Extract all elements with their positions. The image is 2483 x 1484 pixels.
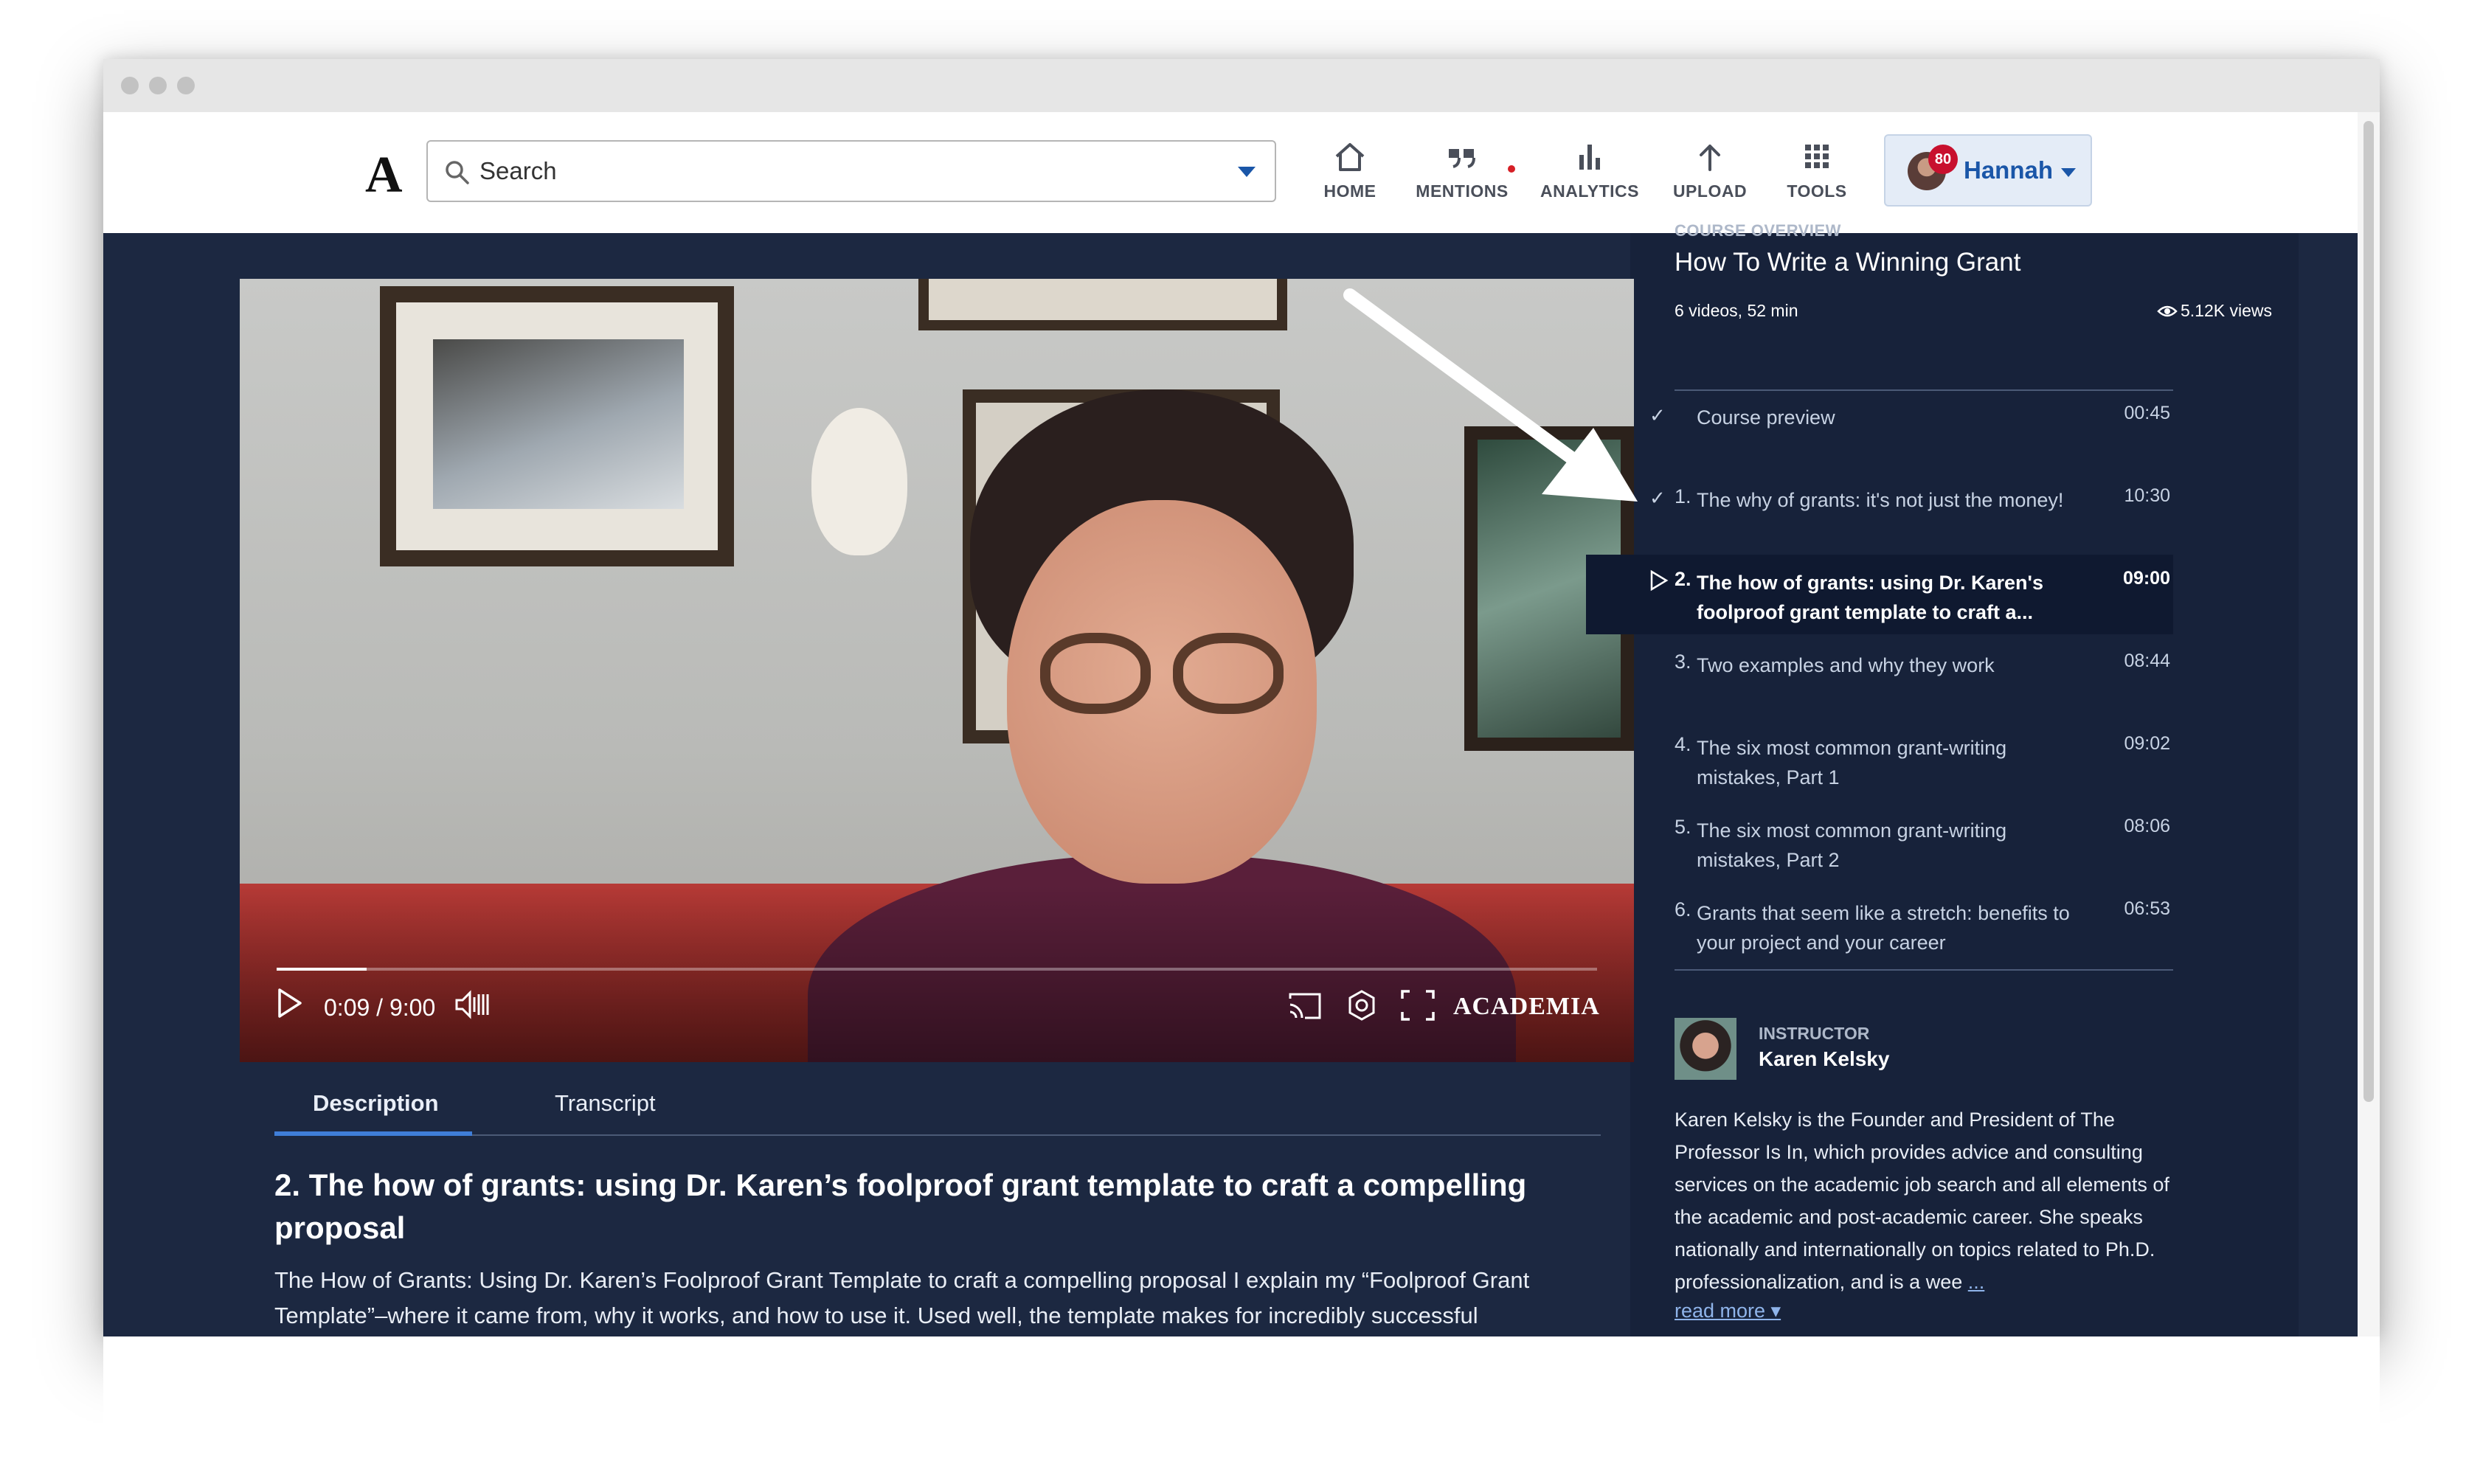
lesson-number: 4.	[1675, 733, 1691, 755]
bio-ellipsis-link[interactable]: ...	[1968, 1271, 1985, 1293]
video-bg-frame	[918, 279, 1287, 330]
eye-icon	[2157, 305, 2178, 317]
lesson-duration: 09:00	[2123, 568, 2170, 589]
nav-tools[interactable]: TOOLS	[1776, 140, 1857, 214]
nav-home-label: HOME	[1323, 181, 1376, 201]
nav-analytics-label: ANALYTICS	[1540, 181, 1639, 201]
lesson-title: The six most common grant-writing mistak…	[1697, 819, 2007, 871]
window-titlebar	[103, 59, 2380, 112]
nav-mentions[interactable]: MENTIONS	[1410, 140, 1514, 214]
lesson-item[interactable]: 2. The how of grants: using Dr. Karen's f…	[1586, 555, 2173, 634]
lesson-title: The six most common grant-writing mistak…	[1697, 737, 2007, 788]
notification-badge: 80	[1928, 145, 1958, 174]
chevron-down-icon	[2061, 168, 2076, 177]
course-overview-label: COURSE OVERVIEW	[1675, 221, 1841, 240]
lesson-title: Grants that seem like a stretch: benefit…	[1697, 902, 2070, 954]
bar-chart-icon	[1579, 145, 1600, 170]
lesson-item[interactable]: 6. Grants that seem like a stretch: benef…	[1586, 885, 2173, 965]
nav-upload-label: UPLOAD	[1672, 181, 1748, 201]
lesson-number: 2.	[1675, 568, 1691, 590]
video-description: The How of Grants: Using Dr. Karen’s Foo…	[274, 1267, 1530, 1328]
grid-icon	[1805, 145, 1829, 168]
mentions-notification-dot	[1508, 165, 1515, 173]
instructor-bio-text: Karen Kelsky is the Founder and Presiden…	[1675, 1109, 2169, 1293]
lesson-title: Two examples and why they work	[1697, 654, 1995, 676]
video-progress-fill	[277, 968, 367, 971]
video-title: 2. The how of grants: using Dr. Karen’s …	[274, 1168, 1527, 1245]
lesson-duration: 08:06	[2124, 816, 2170, 836]
fullscreen-icon[interactable]	[1399, 988, 1436, 1022]
lesson-title: The how of grants: using Dr. Karen's foo…	[1697, 572, 2043, 623]
presenter-glasses-right	[1173, 633, 1284, 714]
video-timecode: 0:09 / 9:00	[324, 994, 436, 1021]
window-minimize-dot[interactable]	[149, 77, 167, 94]
page-scrollbar[interactable]	[2358, 112, 2380, 1336]
upload-arrow-icon	[1700, 145, 1720, 171]
instructor-label: INSTRUCTOR	[1759, 1024, 1870, 1043]
lesson-number: 6.	[1675, 898, 1691, 920]
annotation-arrow	[1343, 288, 1638, 502]
volume-icon[interactable]	[454, 988, 489, 1021]
home-icon	[1335, 143, 1365, 171]
scrollbar-thumb[interactable]	[2363, 121, 2374, 1102]
lesson-number: 5.	[1675, 816, 1691, 838]
content-tabs: Description Transcript	[274, 1084, 1601, 1136]
sidebar-divider	[1675, 969, 2173, 971]
course-title[interactable]: How To Write a Winning Grant	[1675, 248, 2020, 277]
lesson-title: Course preview	[1697, 406, 1835, 429]
nav-upload[interactable]: UPLOAD	[1666, 140, 1754, 214]
user-name: Hannah	[1964, 156, 2054, 184]
instructor-name[interactable]: Karen Kelsky	[1759, 1047, 1889, 1071]
course-views-count: 5.12K views	[2180, 301, 2272, 320]
instructor-bio: Karen Kelsky is the Founder and Presiden…	[1675, 1103, 2184, 1298]
video-bg-painting	[380, 286, 734, 566]
lesson-duration: 08:44	[2124, 651, 2170, 671]
lesson-item[interactable]: 3. Two examples and why they work 08:44	[1586, 637, 2173, 717]
user-menu-button[interactable]: 80 Hannah	[1884, 134, 2092, 207]
lesson-item[interactable]: 4. The six most common grant-writing mist…	[1586, 720, 2173, 800]
play-icon	[1650, 569, 1669, 592]
course-views: 5.12K views	[2051, 301, 2272, 321]
instructor-avatar	[1675, 1018, 1736, 1080]
nav-mentions-label: MENTIONS	[1416, 181, 1509, 201]
video-brand-watermark: ACADEMIA	[1453, 993, 1600, 1020]
lesson-title: The why of grants: it's not just the mon…	[1697, 489, 2064, 511]
cast-icon[interactable]	[1287, 991, 1323, 1021]
lesson-item[interactable]: ✓ Course preview 00:45	[1586, 389, 2173, 469]
academia-logo[interactable]: A	[365, 146, 403, 205]
tab-transcript[interactable]: Transcript	[555, 1090, 656, 1117]
search-icon	[446, 161, 469, 184]
read-more-link[interactable]: read more ▾	[1675, 1300, 1781, 1322]
active-tab-indicator	[274, 1131, 472, 1136]
nav-home[interactable]: HOME	[1306, 140, 1394, 214]
lesson-item[interactable]: 5. The six most common grant-writing mist…	[1586, 802, 2173, 882]
search-input[interactable]	[479, 150, 1217, 192]
quote-icon	[1449, 149, 1475, 168]
presenter-glasses-left	[1040, 633, 1151, 714]
top-nav: A HOME MENTIONS ANALYTICS UPLO	[103, 112, 2358, 233]
lesson-duration: 00:45	[2124, 403, 2170, 423]
nav-tools-label: TOOLS	[1787, 181, 1847, 201]
lesson-number: 3.	[1675, 651, 1691, 673]
search-box[interactable]	[426, 140, 1276, 202]
course-meta: 6 videos, 52 min	[1675, 301, 1798, 320]
lesson-number: 1.	[1675, 485, 1691, 507]
window-zoom-dot[interactable]	[177, 77, 195, 94]
lesson-duration: 06:53	[2124, 898, 2170, 919]
play-icon[interactable]	[275, 987, 305, 1019]
video-bg-mask	[811, 408, 907, 555]
video-controls-shade	[240, 885, 1634, 1062]
lesson-duration: 09:02	[2124, 733, 2170, 754]
search-dropdown-icon[interactable]	[1238, 167, 1256, 177]
nav-analytics[interactable]: ANALYTICS	[1534, 140, 1645, 214]
window-close-dot[interactable]	[121, 77, 139, 94]
page-bottom-margin	[103, 1336, 2380, 1484]
lesson-duration: 10:30	[2124, 485, 2170, 506]
tab-description[interactable]: Description	[313, 1090, 439, 1117]
settings-icon[interactable]	[1345, 988, 1379, 1022]
video-progress-bar[interactable]	[277, 968, 1597, 971]
lesson-item[interactable]: ✓ 1. The why of grants: it's not just the …	[1586, 472, 2173, 552]
